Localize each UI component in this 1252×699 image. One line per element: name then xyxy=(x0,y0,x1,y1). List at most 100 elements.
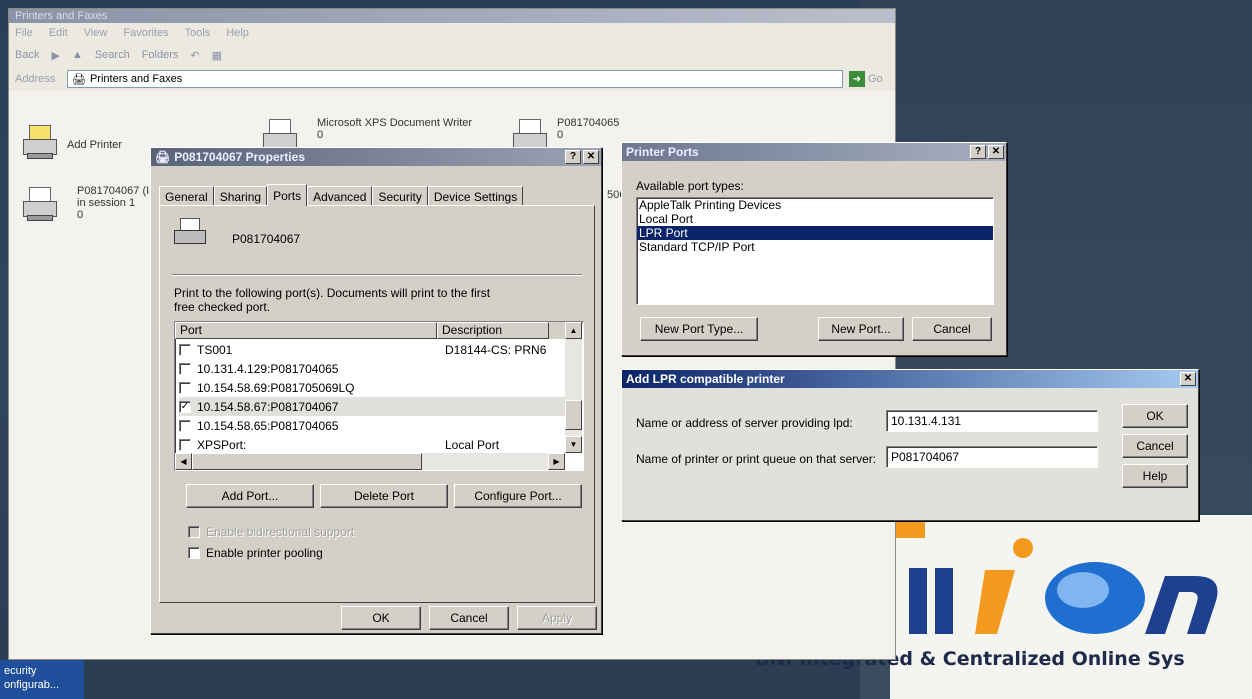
pooling-checkbox[interactable] xyxy=(188,547,200,559)
menu-favorites[interactable]: Favorites xyxy=(123,27,168,39)
ok-button[interactable]: OK xyxy=(1122,404,1188,428)
printer-session: in session 1 xyxy=(77,197,136,209)
port-name: XPSPort: xyxy=(197,437,247,452)
scroll-left-icon[interactable]: ◀ xyxy=(175,453,192,470)
cancel-button[interactable]: Cancel xyxy=(429,606,509,630)
server-input[interactable]: 10.131.4.131 xyxy=(886,410,1098,432)
undo-icon[interactable]: ↶ xyxy=(190,49,199,62)
printer-item-p081704067[interactable]: P081704067 (I in session 1 0 xyxy=(19,185,149,225)
port-row[interactable]: 10.154.58.69:P081705069LQ xyxy=(179,378,565,397)
port-checkbox[interactable] xyxy=(179,343,191,356)
tab-advanced[interactable]: Advanced xyxy=(307,186,373,206)
queue-input[interactable]: P081704067 xyxy=(886,446,1098,468)
menu-tools[interactable]: Tools xyxy=(185,27,211,39)
printer-name: P081704065 xyxy=(557,117,620,129)
port-name: 10.154.58.67:P081704067 xyxy=(197,399,339,414)
address-value: Printers and Faxes xyxy=(89,73,183,85)
ok-button[interactable]: OK xyxy=(341,606,421,630)
tab-general[interactable]: General xyxy=(159,186,214,206)
tab-security[interactable]: Security xyxy=(372,186,428,206)
port-description: D18144-CS: PRN6 xyxy=(445,342,547,357)
help-icon[interactable]: ? xyxy=(970,145,986,159)
explorer-toolbar: Back ▶ ▲ Search Folders ↶ ▦ xyxy=(9,43,895,67)
port-list[interactable]: Port Description TS001 D18144-CS: PRN6 1… xyxy=(174,321,584,471)
port-list-header: Port Description xyxy=(175,322,569,339)
scroll-right-icon[interactable]: ▶ xyxy=(548,453,565,470)
back-button[interactable]: Back xyxy=(15,49,39,61)
address-label: Address xyxy=(15,73,56,85)
explorer-titlebar[interactable]: Printers and Faxes xyxy=(9,9,895,23)
tab-ports[interactable]: Ports xyxy=(267,184,308,206)
properties-title: P081704067 Properties xyxy=(174,150,305,164)
port-type-item[interactable]: Local Port xyxy=(637,212,993,226)
up-folder-icon[interactable]: ▲ xyxy=(72,49,83,61)
port-row-selected[interactable]: ✓ 10.154.58.67:P081704067 xyxy=(179,397,565,416)
address-input[interactable]: 🖨 Printers and Faxes xyxy=(67,70,843,88)
scroll-down-icon[interactable]: ▼ xyxy=(565,436,582,453)
cancel-button[interactable]: Cancel xyxy=(1122,434,1188,458)
add-printer-item[interactable]: Add Printer xyxy=(19,123,122,163)
port-checkbox-checked[interactable]: ✓ xyxy=(179,400,191,413)
port-type-item[interactable]: AppleTalk Printing Devices xyxy=(637,198,993,212)
close-icon[interactable]: ✕ xyxy=(583,150,599,164)
help-button[interactable]: Help xyxy=(1122,464,1188,488)
port-type-item-selected[interactable]: LPR Port xyxy=(637,226,993,240)
port-checkbox[interactable] xyxy=(179,362,191,375)
tab-device-settings[interactable]: Device Settings xyxy=(427,186,524,206)
printer-name: P081704067 (I xyxy=(77,185,150,197)
delete-port-button[interactable]: Delete Port xyxy=(320,484,448,508)
go-label: Go xyxy=(868,73,883,85)
port-list-vscrollbar[interactable]: ▲ ▼ xyxy=(565,322,582,453)
port-checkbox[interactable] xyxy=(179,438,191,451)
scroll-up-icon[interactable]: ▲ xyxy=(565,322,582,339)
cancel-button[interactable]: Cancel xyxy=(912,317,992,341)
printer-properties-dialog: 🖨 P081704067 Properties ? ✕ General Shar… xyxy=(150,147,602,634)
lpr-title: Add LPR compatible printer xyxy=(626,372,785,386)
printer-name-label: P081704067 xyxy=(232,232,301,246)
close-icon[interactable]: ✕ xyxy=(988,145,1004,159)
folders-button[interactable]: Folders xyxy=(142,49,179,61)
bidirectional-option: Enable bidirectional support xyxy=(188,524,354,540)
properties-titlebar[interactable]: 🖨 P081704067 Properties ? ✕ xyxy=(151,148,601,166)
port-type-list[interactable]: AppleTalk Printing Devices Local Port LP… xyxy=(636,197,994,305)
port-row[interactable]: 10.154.58.65:P081704065 xyxy=(179,416,565,435)
add-printer-icon xyxy=(19,123,61,163)
configure-port-button[interactable]: Configure Port... xyxy=(454,484,582,508)
port-row[interactable]: TS001 D18144-CS: PRN6 xyxy=(179,340,565,359)
menu-view[interactable]: View xyxy=(84,27,108,39)
hscroll-thumb[interactable] xyxy=(192,453,422,470)
scroll-thumb[interactable] xyxy=(565,400,582,430)
forward-icon[interactable]: ▶ xyxy=(51,49,59,62)
port-type-item[interactable]: Standard TCP/IP Port xyxy=(637,240,993,254)
apply-button[interactable]: Apply xyxy=(517,606,597,630)
taskbar-item-security-config[interactable]: ecurity onfigurab... xyxy=(0,660,84,699)
port-row[interactable]: XPSPort: Local Port xyxy=(179,435,565,454)
port-row[interactable]: 10.131.4.129:P081704065 xyxy=(179,359,565,378)
close-icon[interactable]: ✕ xyxy=(1180,372,1196,386)
tab-sharing[interactable]: Sharing xyxy=(213,186,268,206)
go-button[interactable]: ➜ Go xyxy=(849,70,889,88)
views-icon[interactable]: ▦ xyxy=(212,49,222,62)
lpr-titlebar[interactable]: Add LPR compatible printer ✕ xyxy=(622,370,1198,388)
port-checkbox[interactable] xyxy=(179,381,191,394)
column-description[interactable]: Description xyxy=(437,322,549,339)
help-icon[interactable]: ? xyxy=(565,150,581,164)
port-checkbox[interactable] xyxy=(179,419,191,432)
explorer-menubar: File Edit View Favorites Tools Help xyxy=(9,23,895,43)
menu-edit[interactable]: Edit xyxy=(49,27,68,39)
menu-file[interactable]: File xyxy=(15,27,33,39)
add-lpr-printer-dialog: Add LPR compatible printer ✕ Name or add… xyxy=(621,369,1199,521)
printer-ports-titlebar[interactable]: Printer Ports ? ✕ xyxy=(622,143,1006,161)
column-port[interactable]: Port xyxy=(175,322,437,339)
menu-help[interactable]: Help xyxy=(226,27,249,39)
port-list-hscrollbar[interactable]: ◀ ▶ xyxy=(175,453,565,470)
go-arrow-icon: ➜ xyxy=(849,71,865,87)
new-port-button[interactable]: New Port... xyxy=(818,317,904,341)
pooling-option[interactable]: Enable printer pooling xyxy=(188,546,323,560)
queue-label: Name of printer or print queue on that s… xyxy=(636,452,877,466)
printers-folder-icon: 🖨 xyxy=(72,73,86,86)
add-port-button[interactable]: Add Port... xyxy=(186,484,314,508)
new-port-type-button[interactable]: New Port Type... xyxy=(640,317,758,341)
search-button[interactable]: Search xyxy=(95,49,130,61)
printer-status: 0 xyxy=(77,209,84,221)
